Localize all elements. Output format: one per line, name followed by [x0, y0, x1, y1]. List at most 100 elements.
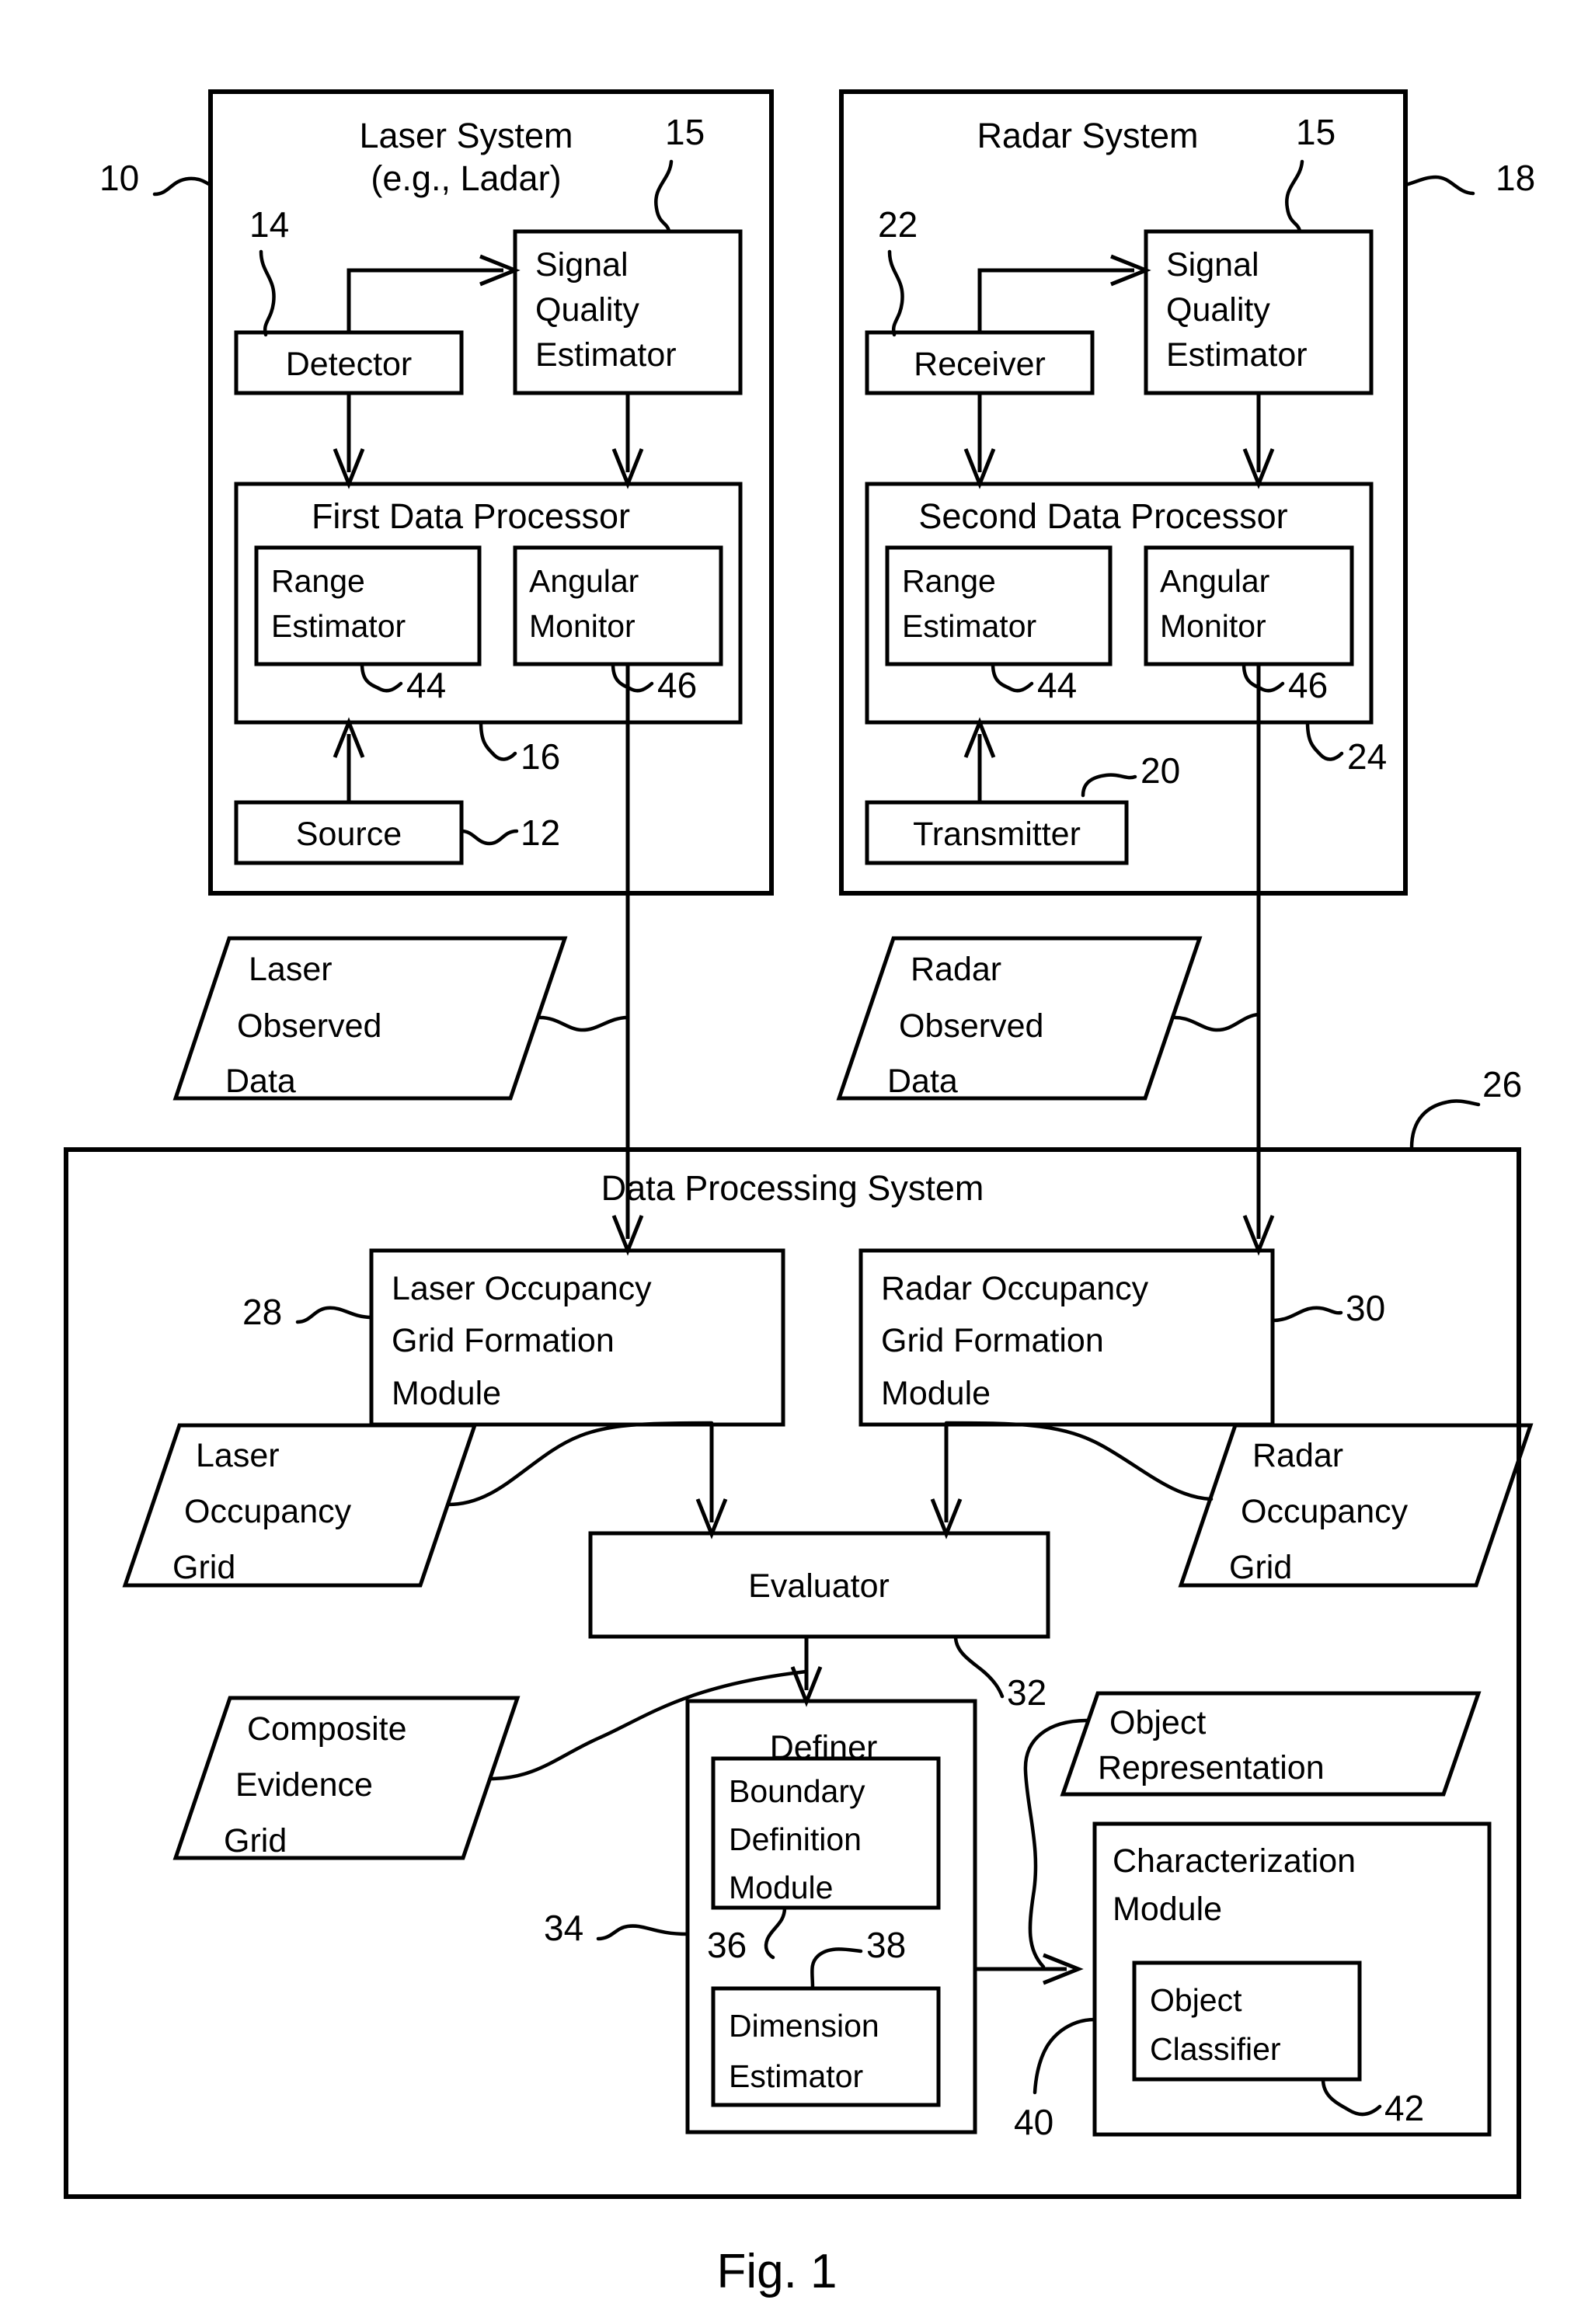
radar-occ-grid-line3: Grid: [1229, 1549, 1292, 1586]
ref-40-label: 40: [1014, 2102, 1053, 2142]
receiver-label: Receiver: [914, 346, 1046, 383]
laser-range-est-line2: Estimator: [271, 608, 406, 644]
ref-15-radar-leader: [1285, 159, 1304, 233]
ref-42-label: 42: [1384, 2088, 1424, 2128]
radar-system-title: Radar System: [977, 116, 1198, 155]
ref-22-label: 22: [878, 204, 918, 245]
laser-occupancy-grid-leader: [446, 1421, 714, 1507]
ref-28-leader: [295, 1306, 374, 1324]
laser-sqe-line2: Quality: [535, 291, 639, 329]
laser-occ-grid-line3: Grid: [172, 1549, 235, 1586]
ref-36-label: 36: [707, 1925, 747, 1965]
laser-observed-line1: Laser: [249, 951, 333, 988]
char-mod-line2: Module: [1113, 1891, 1222, 1928]
object-representation-leader: [1023, 1718, 1090, 1969]
laser-range-est-line1: Range: [271, 563, 365, 599]
radar-occupancy-grid-leader: [944, 1421, 1214, 1501]
radar-angular-line2: Monitor: [1160, 608, 1266, 644]
block-diagram-figure: Laser System (e.g., Ladar) 10 14 15 Dete…: [64, 89, 1535, 2298]
ref-20-leader: [1081, 773, 1137, 798]
detector-to-sqe-line: [347, 268, 503, 332]
ref-46-radar-leader: [1241, 662, 1285, 693]
radar-occ-grid-line1: Radar: [1252, 1437, 1343, 1474]
evaluator-label: Evaluator: [748, 1567, 890, 1605]
ref-44-laser-leader: [360, 662, 403, 693]
radar-observed-line2: Observed: [899, 1007, 1043, 1045]
ref-24-leader: [1305, 720, 1344, 761]
ref-24-label: 24: [1347, 736, 1387, 777]
dim-est-line1: Dimension: [729, 2008, 879, 2044]
ref-26-leader: [1409, 1099, 1481, 1150]
rogfm-line2: Grid Formation: [881, 1322, 1104, 1359]
logfm-line2: Grid Formation: [392, 1322, 615, 1359]
ref-34-label: 34: [544, 1908, 583, 1948]
ref-36-leader: [764, 1905, 787, 1960]
second-data-processor-title: Second Data Processor: [918, 496, 1287, 536]
transmitter-label: Transmitter: [913, 816, 1081, 853]
laser-system-title-line1: Laser System: [359, 116, 573, 155]
ref-30-label: 30: [1346, 1288, 1385, 1328]
laser-observed-line3: Data: [225, 1063, 296, 1100]
ref-32-label: 32: [1007, 1672, 1046, 1713]
radar-range-est-line1: Range: [902, 563, 996, 599]
char-mod-line1: Characterization: [1113, 1842, 1356, 1880]
patent-figure-page: Laser System (e.g., Ladar) 10 14 15 Dete…: [0, 0, 1588, 2324]
obj-rep-line2: Representation: [1098, 1749, 1325, 1786]
composite-evidence-grid-leader: [489, 1669, 809, 1781]
laser-system-box: [208, 89, 774, 896]
radar-occ-grid-line2: Occupancy: [1241, 1493, 1409, 1530]
ref-26-label: 26: [1482, 1064, 1522, 1105]
radar-range-est-line2: Estimator: [902, 608, 1036, 644]
figure-caption: Fig. 1: [716, 2245, 837, 2298]
radar-angular-line1: Angular: [1160, 563, 1269, 599]
ref-44-laser-label: 44: [406, 665, 446, 705]
obj-classifier-line1: Object: [1150, 1982, 1242, 2018]
laser-angular-line2: Monitor: [529, 608, 636, 644]
ref-20-label: 20: [1141, 750, 1180, 791]
definer-title: Definer: [770, 1729, 878, 1766]
source-label: Source: [296, 816, 402, 853]
radar-observed-data-leader: [1172, 1012, 1261, 1032]
ref-38-leader: [810, 1947, 863, 1991]
radar-observed-line3: Data: [887, 1063, 958, 1100]
obj-classifier-line2: Classifier: [1150, 2031, 1281, 2067]
laser-angular-line1: Angular: [529, 563, 639, 599]
dim-est-line2: Estimator: [729, 2058, 863, 2094]
ref-18-leader: [1403, 175, 1475, 196]
ref-46-laser-leader: [611, 662, 654, 693]
ref-28-label: 28: [242, 1292, 282, 1332]
rogfm-line1: Radar Occupancy: [881, 1270, 1149, 1307]
radar-sqe-line2: Quality: [1166, 291, 1270, 329]
ref-12-label: 12: [521, 812, 560, 853]
receiver-to-sqe-line: [977, 268, 1134, 332]
laser-sqe-line3: Estimator: [535, 336, 677, 374]
ref-22-leader: [887, 249, 904, 337]
ref-38-label: 38: [866, 1925, 906, 1965]
laser-system-title-line2: (e.g., Ladar): [371, 158, 561, 198]
composite-grid-line2: Evidence: [235, 1766, 373, 1804]
ref-44-radar-label: 44: [1037, 665, 1077, 705]
bdm-line3: Module: [729, 1870, 833, 1905]
ref-15-laser-label: 15: [665, 112, 705, 152]
ref-42-leader: [1321, 2077, 1382, 2117]
ref-18-label: 18: [1496, 158, 1535, 198]
bdm-line2: Definition: [729, 1821, 862, 1857]
first-data-processor-title: First Data Processor: [312, 496, 630, 536]
laser-observed-line2: Observed: [237, 1007, 381, 1045]
bdm-line1: Boundary: [729, 1773, 865, 1809]
composite-grid-line1: Composite: [247, 1710, 407, 1748]
ref-30-leader: [1270, 1306, 1343, 1323]
ref-10-label: 10: [99, 158, 139, 198]
obj-rep-line1: Object: [1109, 1704, 1206, 1741]
composite-grid-line3: Grid: [224, 1822, 287, 1860]
ref-10-leader: [152, 176, 213, 197]
ref-46-laser-label: 46: [657, 665, 697, 705]
rogfm-line3: Module: [881, 1375, 991, 1412]
ref-34-leader: [596, 1924, 690, 1941]
ref-14-label: 14: [249, 204, 289, 245]
ref-44-radar-leader: [991, 662, 1034, 693]
radar-sqe-line1: Signal: [1166, 246, 1259, 284]
data-processing-system-title: Data Processing System: [601, 1168, 984, 1208]
logfm-line3: Module: [392, 1375, 501, 1412]
logfm-line1: Laser Occupancy: [392, 1270, 652, 1307]
